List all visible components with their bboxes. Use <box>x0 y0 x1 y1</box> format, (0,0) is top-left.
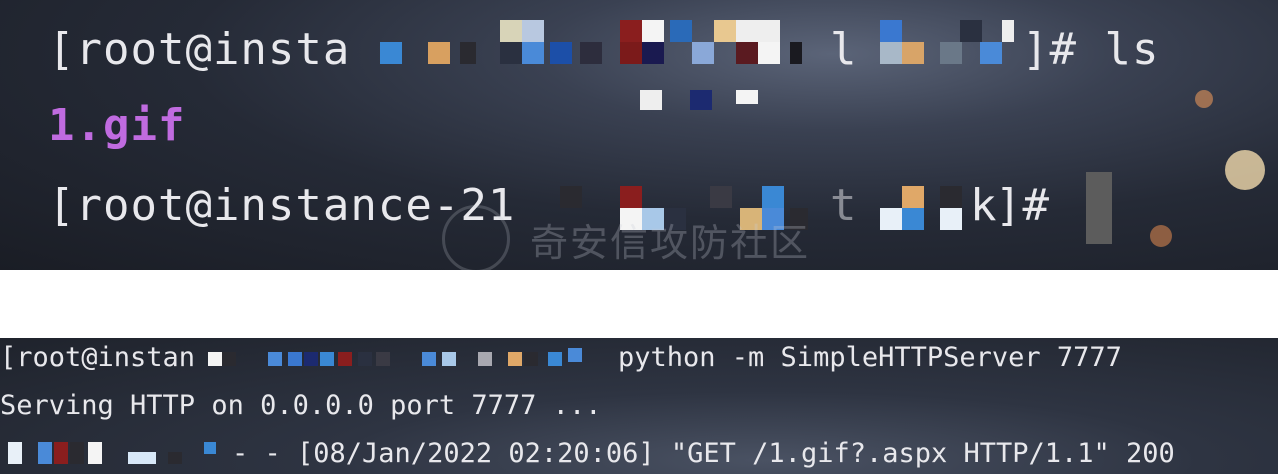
command-ls: ]# ls <box>1022 24 1160 75</box>
redacted-client-ip <box>8 438 218 468</box>
watermark-logo-icon <box>442 205 510 270</box>
bokeh-light <box>1225 150 1265 190</box>
terminal-cursor <box>1086 172 1112 244</box>
prompt-host-fragment: k <box>970 180 998 231</box>
terminal-top: [root@insta l ]# ls 1.gif [root@instance… <box>0 0 1278 270</box>
bokeh-light <box>1150 225 1172 247</box>
terminal-bottom: [root@instan python -m SimpleHTTPServer … <box>0 338 1278 474</box>
file-1-gif: 1.gif <box>48 100 186 151</box>
redacted-hostname <box>208 348 608 374</box>
prompt-host-fragment: t <box>830 180 858 231</box>
redacted-hostname <box>340 20 1020 70</box>
bokeh-light <box>1195 90 1213 108</box>
command-python-server: python -m SimpleHTTPServer 7777 <box>618 342 1122 373</box>
watermark-text: 奇安信攻防社区 <box>530 221 811 265</box>
prompt-host-fragment: l <box>830 24 858 75</box>
prompt-suffix-line3: ]# <box>995 180 1050 231</box>
redacted-fragment <box>640 90 780 112</box>
serving-status-line: Serving HTTP on 0.0.0.0 port 7777 ... <box>0 390 602 421</box>
http-access-log-line: - - [08/Jan/2022 02:20:06] "GET /1.gif?.… <box>232 438 1175 469</box>
prompt-prefix: [root@instan <box>0 342 196 373</box>
prompt-prefix-line1: [root@insta <box>48 24 351 75</box>
